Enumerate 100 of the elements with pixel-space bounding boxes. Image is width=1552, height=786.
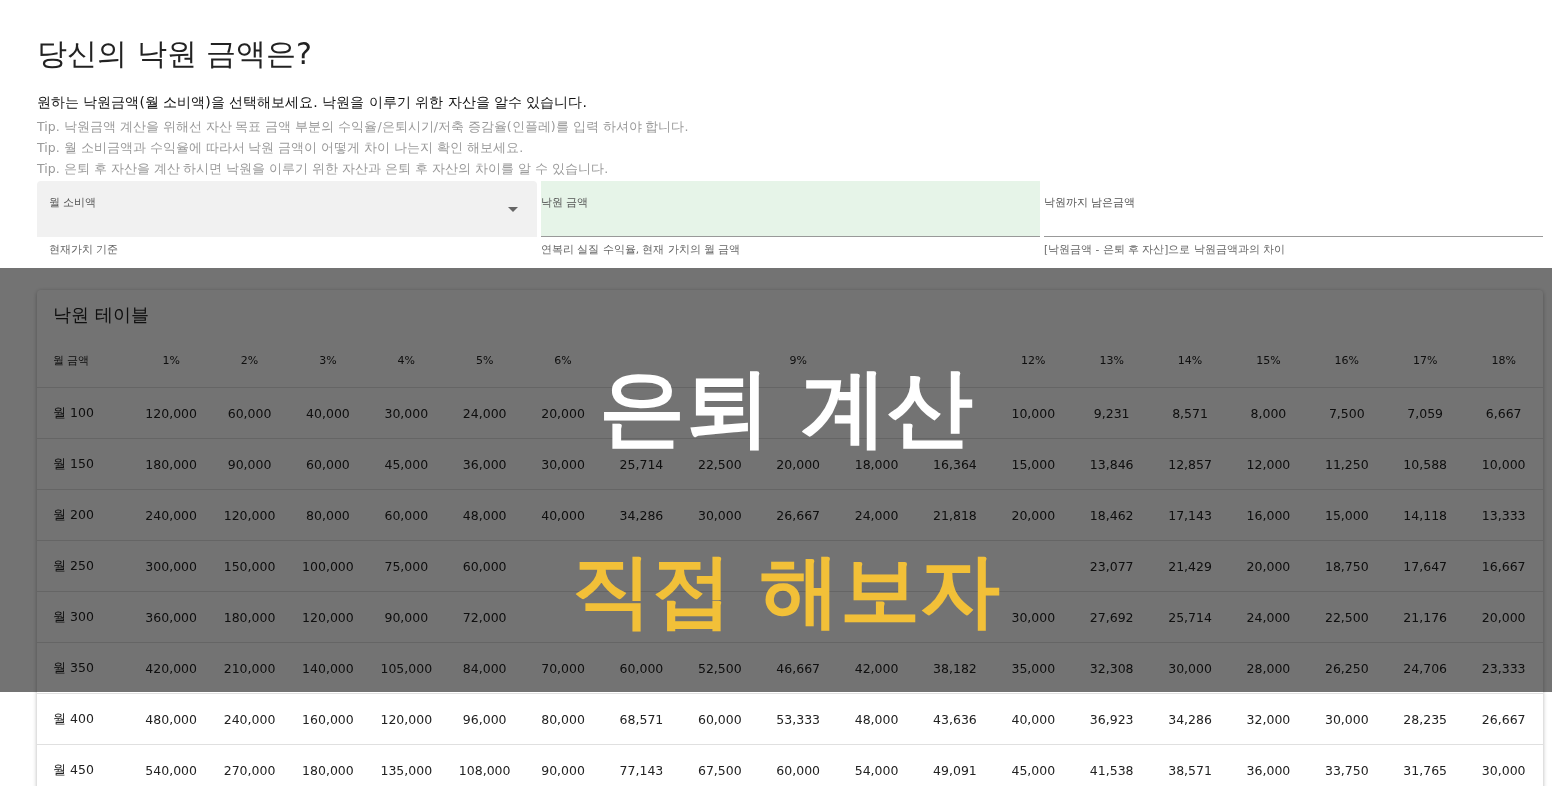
table-cell: 60,000 [227,405,272,421]
select-field[interactable]: 월 소비액 [37,181,537,237]
table-cell: 180,000 [302,762,354,778]
table-cell: 43,636 [933,711,977,727]
column-header: 12% [1021,353,1046,367]
table-cell: 33,750 [1324,762,1369,778]
table-cell: 108,000 [458,762,511,778]
table-cell: 26,667 [1481,711,1526,727]
table-cell: 31,765 [1403,762,1448,778]
table-cell: 13,846 [1089,456,1134,472]
table-cell: 60,000 [776,762,821,778]
table-cell: 90,000 [384,609,429,625]
table-cell: 15,000 [1324,507,1369,523]
table-cell: 20,000 [541,405,585,421]
table-cell: 72,000 [462,609,507,625]
helper-text: 연복리 실질 수익율, 현재 가치의 월 금액 [541,242,742,257]
table-cell: 60,000 [462,558,507,574]
helper-text: [낙원금액 - 은퇴 후 자산]으로 낙원금액과의 차이 [1044,242,1286,257]
table-cell: 38,571 [1168,762,1212,778]
table-cell: 135,000 [380,762,433,778]
table-cell: 22,500 [1324,609,1369,625]
table-cell: 140,000 [302,660,354,676]
column-header: 16% [1334,353,1360,367]
output-field[interactable]: 낙원 금액 [541,181,1040,237]
table-cell: 25,714 [619,456,664,472]
table-cell: 96,000 [462,711,507,727]
table-cell: 18,750 [1324,558,1369,574]
table-cell: 52,500 [697,660,742,676]
table-cell: 540,000 [145,762,198,778]
overlay-subtitle: 직접 해보자 [572,546,1000,636]
table-cell: 25,714 [1168,609,1212,625]
column-header: 2% [240,353,259,367]
table-cell: 18,462 [1089,507,1134,523]
table-cell: 28,000 [1246,660,1291,676]
table-cell: 월 200 [53,506,94,522]
helper-text: 현재가치 기준 [48,242,120,257]
table-cell: 42,000 [854,660,899,676]
table-cell: 20,000 [1011,507,1056,523]
column-header: 4% [397,353,416,367]
table-cell: 월 350 [53,659,94,675]
table-cell: 24,000 [854,507,899,523]
table-cell: 월 300 [53,608,94,624]
table-cell: 180,000 [145,456,198,472]
table-cell: 8,571 [1172,405,1208,421]
table-cell: 40,000 [1011,711,1056,727]
table-cell: 90,000 [227,456,272,472]
table-cell: 80,000 [306,507,350,523]
table-cell: 67,500 [697,762,742,778]
intro-text: 원하는 낙원금액(월 소비액)을 선택해보세요. 낙원을 이루기 위한 자산을 알수 있습니다. [37,93,588,112]
column-header: 6% [554,353,572,367]
table-cell: 100,000 [302,558,354,574]
tip-text: Tip. 낙원금액 계산을 위해선 자산 목표 금액 부분의 수익율/은퇴시기/저축 증감율(인플레)를 입력 하셔야 합니다. [37,118,690,136]
table-cell: 13,333 [1481,507,1526,523]
tip-text: Tip. 은퇴 후 자산을 계산 하시면 낙원을 이루기 위한 자산과 은퇴 후 자산의 차이를 알 수 있습니다. [37,160,610,178]
table-cell: 26,667 [776,507,821,523]
table-cell: 360,000 [145,609,198,625]
table-cell: 34,286 [619,507,664,523]
table-cell: 15,000 [1011,456,1056,472]
table-cell: 105,000 [380,660,433,676]
table-cell: 210,000 [223,660,276,676]
table-cell: 45,000 [1011,762,1056,778]
table-cell: 36,000 [1246,762,1291,778]
table-cell: 60,000 [697,711,742,727]
column-header: 5% [475,353,494,367]
table-cell: 32,308 [1089,660,1134,676]
table-cell: 9,231 [1093,405,1130,421]
table-cell: 23,333 [1481,660,1526,676]
table-cell: 6,667 [1485,405,1522,421]
table-cell: 38,182 [933,660,977,676]
table-cell: 16,000 [1246,507,1291,523]
table-cell: 20,000 [1246,558,1291,574]
table-cell: 월 400 [53,710,94,726]
column-header: 9% [789,353,807,367]
table-cell: 150,000 [223,558,276,574]
table-cell: 34,286 [1168,711,1212,727]
overlay-title: 은퇴 계산 [599,364,973,450]
table-cell: 22,500 [697,456,742,472]
table-cell: 60,000 [306,456,350,472]
output-field[interactable]: 낙원까지 남은금액 [1044,181,1543,237]
table-cell: 30,000 [384,405,429,421]
table-cell: 80,000 [541,711,585,727]
table-cell: 46,667 [776,660,821,676]
column-header: 18% [1491,353,1516,367]
table-cell: 240,000 [223,711,276,727]
table-cell: 84,000 [462,660,507,676]
table-cell: 10,000 [1481,456,1526,472]
table-cell: 30,000 [697,507,742,523]
table-cell: 12,857 [1168,456,1212,472]
tip-text: Tip. 월 소비금액과 수익율에 따라서 낙원 금액이 어떻게 차이 나는지 확인 해보세요. [37,139,525,157]
table-cell: 17,647 [1403,558,1448,574]
table-cell: 36,000 [462,456,507,472]
table-cell: 480,000 [145,711,198,727]
table-cell: 32,000 [1246,711,1291,727]
table-cell: 30,000 [1168,660,1212,676]
table-cell: 60,000 [384,507,429,523]
column-header: 3% [319,353,337,367]
table-cell: 24,706 [1403,660,1448,676]
table-cell: 월 150 [53,455,94,471]
table-cell: 53,333 [776,711,821,727]
table-cell: 90,000 [541,762,585,778]
